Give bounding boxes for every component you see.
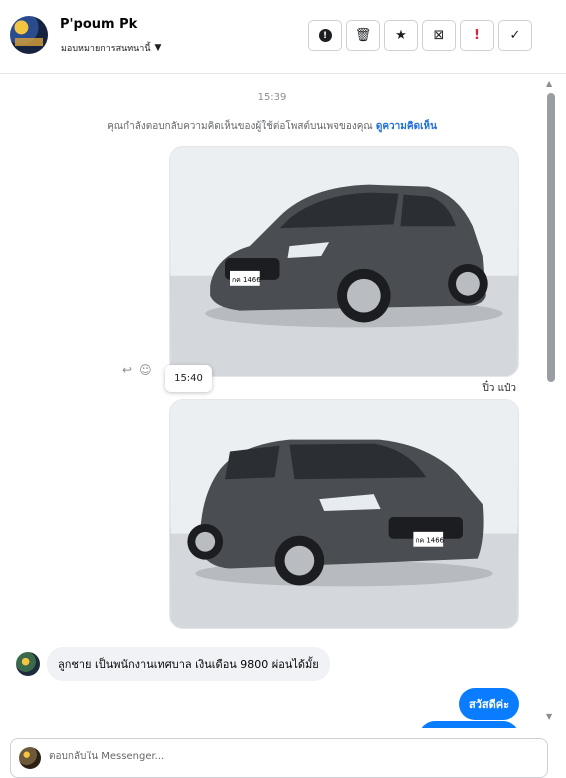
message-bubble[interactable]: ลูกชาย เป็นพนักงานเทศบาล เงินเดือน 9800 …	[47, 647, 330, 681]
thread-scrollbar[interactable]: ▲ ▼	[544, 75, 558, 728]
scroll-up-icon[interactable]: ▲	[546, 79, 552, 88]
delete-button[interactable]: 🗑	[346, 20, 380, 51]
car-image: กค 1466	[170, 400, 518, 628]
license-plate: กค 1466	[415, 537, 444, 545]
exclamation-icon: !	[474, 28, 480, 43]
avatar[interactable]	[16, 652, 40, 676]
timestamp-tooltip: 15:40	[165, 365, 212, 392]
alert-circle-icon: !	[318, 29, 332, 42]
timestamp: 15:39	[257, 92, 287, 103]
scrollbar-thumb[interactable]	[547, 93, 555, 382]
done-button[interactable]: ✓	[498, 20, 532, 51]
conversation-header: P'poum Pk มอบหมายการสนทนานี้ ▼ ! 🗑 ★ ⊠ !…	[0, 0, 566, 74]
check-icon: ✓	[509, 28, 521, 43]
assign-conversation-dropdown[interactable]: มอบหมายการสนทนานี้ ▼	[61, 41, 161, 55]
car-image: กค 1466	[170, 147, 518, 376]
report-button[interactable]: !	[308, 20, 342, 51]
reply-icon[interactable]: ↩	[122, 363, 132, 377]
avatar	[19, 747, 41, 769]
avatar[interactable]	[10, 16, 48, 54]
message-bubble-partial[interactable]	[419, 721, 519, 728]
sender-name: ปิ๋ว แป๋ว	[482, 383, 516, 394]
scroll-down-icon[interactable]: ▼	[546, 712, 552, 721]
page-title[interactable]: P'poum Pk	[60, 17, 137, 32]
car-photo[interactable]: กค 1466	[169, 399, 519, 629]
message-thread[interactable]: 15:39 คุณกำลังตอบกลับความคิดเห็นของผู้ใช…	[0, 75, 544, 728]
toolbar: ! 🗑 ★ ⊠ ! ✓	[308, 20, 532, 51]
reply-context: คุณกำลังตอบกลับความคิดเห็นของผู้ใช้ต่อโพ…	[0, 119, 544, 134]
message-composer	[10, 738, 548, 778]
view-comment-link[interactable]: ดูความคิดเห็น	[376, 121, 437, 132]
incoming-message: ลูกชาย เป็นพนักงานเทศบาล เงินเดือน 9800 …	[16, 647, 330, 681]
assign-label: มอบหมายการสนทนานี้	[61, 44, 151, 54]
message-actions: ↩ ☺	[122, 363, 152, 377]
star-button[interactable]: ★	[384, 20, 418, 51]
car-photo[interactable]: กค 1466	[169, 146, 519, 377]
reply-input[interactable]	[49, 751, 449, 762]
mail-archive-icon: ⊠	[433, 28, 445, 43]
caret-down-icon: ▼	[154, 43, 162, 53]
reply-context-text: คุณกำลังตอบกลับความคิดเห็นของผู้ใช้ต่อโพ…	[107, 121, 373, 132]
archive-button[interactable]: ⊠	[422, 20, 456, 51]
react-icon[interactable]: ☺	[139, 363, 152, 377]
spam-button[interactable]: !	[460, 20, 494, 51]
message-bubble[interactable]: สวัสดีค่ะ	[458, 688, 519, 720]
star-icon: ★	[395, 28, 407, 43]
license-plate: กค 1466	[232, 276, 261, 284]
trash-icon: 🗑	[354, 28, 372, 43]
